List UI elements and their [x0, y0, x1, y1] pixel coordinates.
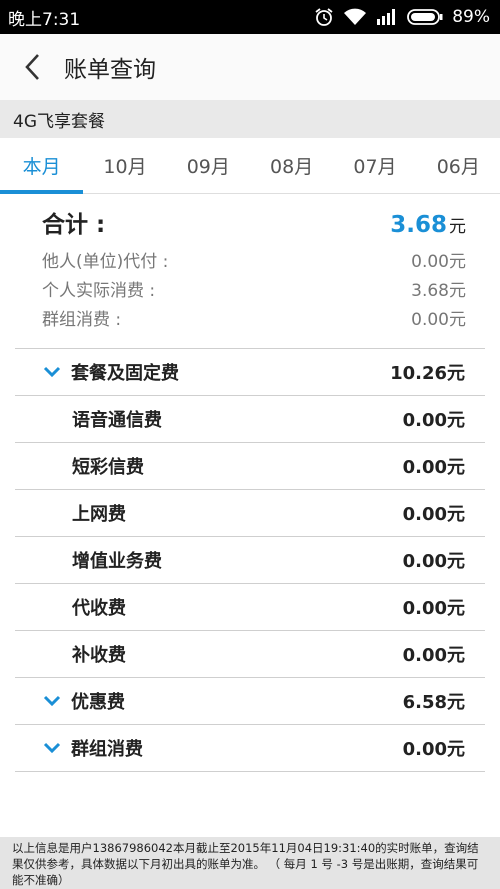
fee-item-voice: 语音通信费 0.00元	[15, 396, 485, 443]
paid-by-others-label: 他人(单位)代付 :	[42, 252, 169, 272]
fee-value: 6.58元	[402, 692, 465, 713]
personal-consumption-label: 个人实际消费 :	[42, 281, 156, 301]
fee-value: 0.00元	[402, 551, 465, 572]
fee-left: 优惠费	[15, 688, 125, 714]
fee-label: 套餐及固定费	[71, 363, 179, 384]
signal-icon	[376, 9, 398, 25]
back-button[interactable]	[2, 34, 62, 100]
chevron-down-icon	[33, 366, 71, 378]
fee-left: 代收费	[15, 594, 126, 620]
chevron-down-icon	[33, 742, 71, 754]
fee-value: 0.00元	[402, 504, 465, 525]
chevron-down-icon	[33, 695, 71, 707]
fee-value: 10.26元	[390, 363, 465, 384]
fee-label: 补收费	[72, 645, 126, 666]
tab-july[interactable]: 07月	[333, 138, 416, 193]
fee-left: 群组消费	[15, 735, 143, 761]
status-icons: 89%	[314, 7, 490, 27]
status-time: 晚上7:31	[8, 9, 81, 30]
total-unit: 元	[449, 217, 466, 237]
tab-september[interactable]: 09月	[167, 138, 250, 193]
total-label: 合计 :	[42, 212, 106, 238]
tab-october[interactable]: 10月	[83, 138, 166, 193]
fee-left: 上网费	[15, 500, 126, 526]
fee-value: 0.00元	[402, 410, 465, 431]
paid-by-others-row: 他人(单位)代付 : 0.00元	[42, 245, 466, 274]
fee-label: 群组消费	[71, 739, 143, 760]
tab-june[interactable]: 06月	[417, 138, 500, 193]
fee-group-group-consumption[interactable]: 群组消费 0.00元	[15, 725, 485, 772]
chevron-left-icon	[25, 54, 39, 80]
fee-label: 增值业务费	[72, 551, 162, 572]
fee-label: 语音通信费	[72, 410, 162, 431]
fee-item-data: 上网费 0.00元	[15, 490, 485, 537]
fee-item-value-added: 增值业务费 0.00元	[15, 537, 485, 584]
fee-left: 套餐及固定费	[15, 359, 179, 385]
wifi-icon	[343, 8, 367, 26]
fee-left: 短彩信费	[15, 453, 144, 479]
total-value: 3.68	[390, 212, 447, 238]
fee-label: 短彩信费	[72, 457, 144, 478]
paid-by-others-value: 0.00元	[411, 252, 466, 272]
battery-percent: 89%	[452, 7, 490, 27]
fee-list: 套餐及固定费 10.26元 语音通信费 0.00元 短彩信费 0.00元 上网费…	[15, 348, 485, 772]
fee-value: 0.00元	[402, 598, 465, 619]
battery-icon	[407, 9, 443, 25]
fee-group-package[interactable]: 套餐及固定费 10.26元	[15, 349, 485, 396]
personal-consumption-row: 个人实际消费 : 3.68元	[42, 274, 466, 303]
group-consumption-row: 群组消费 : 0.00元	[42, 303, 466, 332]
fee-item-sms: 短彩信费 0.00元	[15, 443, 485, 490]
personal-consumption-value: 3.68元	[411, 281, 466, 301]
fee-item-supplementary: 补收费 0.00元	[15, 631, 485, 678]
fee-label: 优惠费	[71, 692, 125, 713]
fee-value: 0.00元	[402, 739, 465, 760]
total-amount: 3.68 元	[390, 212, 466, 238]
fee-group-discount[interactable]: 优惠费 6.58元	[15, 678, 485, 725]
fee-left: 语音通信费	[15, 406, 162, 432]
fee-item-collection: 代收费 0.00元	[15, 584, 485, 631]
fee-value: 0.00元	[402, 645, 465, 666]
fee-value: 0.00元	[402, 457, 465, 478]
bill-summary: 合计 : 3.68 元 他人(单位)代付 : 0.00元 个人实际消费 : 3.6…	[42, 205, 466, 332]
fee-left: 补收费	[15, 641, 126, 667]
alarm-icon	[314, 7, 334, 27]
page-title: 账单查询	[64, 57, 156, 83]
plan-name: 4G飞享套餐	[0, 100, 500, 138]
fee-left: 增值业务费	[15, 547, 162, 573]
total-row: 合计 : 3.68 元	[42, 205, 466, 245]
fee-label: 上网费	[72, 504, 126, 525]
title-bar: 账单查询	[0, 34, 500, 100]
group-consumption-label: 群组消费 :	[42, 310, 122, 330]
tab-august[interactable]: 08月	[250, 138, 333, 193]
status-bar: 晚上7:31 89%	[0, 0, 500, 34]
group-consumption-value: 0.00元	[411, 310, 466, 330]
tab-current-month[interactable]: 本月	[0, 138, 84, 194]
disclaimer-footer: 以上信息是用户13867986042本月截止至2015年11月04日19:31:…	[0, 837, 500, 889]
month-tabs: 本月 10月 09月 08月 07月 06月	[0, 138, 500, 194]
fee-label: 代收费	[72, 598, 126, 619]
